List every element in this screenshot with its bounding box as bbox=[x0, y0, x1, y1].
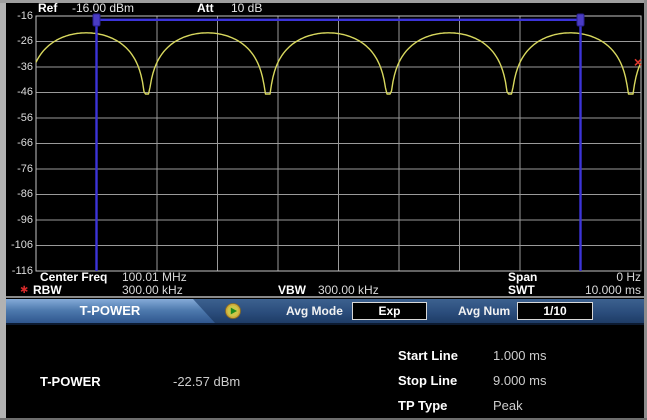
ref-level-label: Ref bbox=[38, 2, 57, 15]
bezel-top bbox=[0, 0, 647, 3]
avg-num-label: Avg Num bbox=[458, 299, 510, 323]
tpower-result-value: -22.57 dBm bbox=[173, 374, 240, 389]
screen-frame-divider bbox=[6, 296, 644, 298]
spectrum-analyzer-screen: Ref -16.00 dBm Att 10 dB -16-26-36-46-56… bbox=[0, 0, 647, 420]
attenuation-value: 10 dB bbox=[231, 2, 262, 15]
tab-t-power[interactable]: T-POWER bbox=[5, 299, 215, 323]
stop-line-value: 9.000 ms bbox=[493, 373, 546, 388]
tp-type-value: Peak bbox=[493, 398, 523, 413]
avg-mode-label: Avg Mode bbox=[286, 299, 343, 323]
stop-line-handle[interactable] bbox=[577, 14, 584, 26]
measurement-results-panel: T-POWER -22.57 dBm Start Line 1.000 ms S… bbox=[0, 325, 647, 420]
tp-type-label: TP Type bbox=[398, 398, 447, 413]
start-line-label: Start Line bbox=[398, 348, 458, 363]
start-line-handle[interactable] bbox=[93, 14, 100, 26]
function-menu-bar: T-POWER Avg Mode Exp Avg Num 1/10 bbox=[0, 299, 647, 325]
start-line-value: 1.000 ms bbox=[493, 348, 546, 363]
tpower-result-label: T-POWER bbox=[40, 374, 101, 389]
avg-num-value-box[interactable]: 1/10 bbox=[517, 302, 593, 320]
attenuation-label: Att bbox=[197, 2, 214, 15]
bezel-left bbox=[0, 0, 6, 420]
run-play-icon[interactable] bbox=[225, 303, 241, 319]
ref-level-value: -16.00 dBm bbox=[72, 2, 134, 15]
trace-plot bbox=[0, 0, 647, 297]
avg-mode-value-box[interactable]: Exp bbox=[352, 302, 427, 320]
stop-line-label: Stop Line bbox=[398, 373, 457, 388]
